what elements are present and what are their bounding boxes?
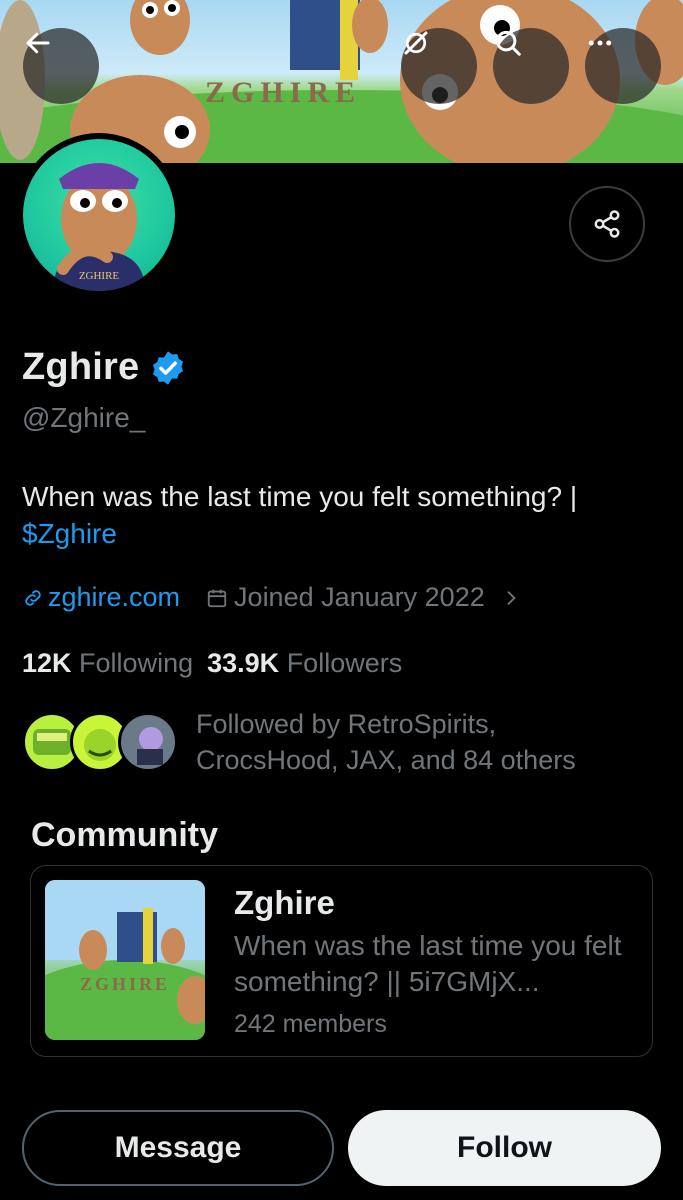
search-button[interactable]	[493, 28, 569, 104]
profile-name-row: Zghire	[22, 346, 187, 389]
share-button[interactable]	[569, 186, 645, 262]
community-name: Zghire	[234, 884, 335, 921]
community-card[interactable]: ZGHIRE Zghire When was the last time you…	[30, 865, 653, 1057]
joined-date[interactable]: Joined January 2022	[206, 582, 485, 613]
community-thumbnail: ZGHIRE	[45, 880, 205, 1040]
grok-button[interactable]	[401, 28, 477, 104]
banner-title: ZGHIRE	[205, 76, 361, 109]
community-section-title: Community	[31, 816, 218, 854]
avatar	[118, 712, 178, 772]
followed-by[interactable]: Followed by RetroSpirits, CrocsHood, JAX…	[22, 706, 636, 778]
share-icon	[594, 210, 620, 238]
followers-stat[interactable]: 33.9K Followers	[207, 648, 402, 679]
avatar-illustration: ZGHIRE	[53, 163, 145, 291]
website-link[interactable]: zghire.com	[22, 582, 180, 613]
calendar-icon	[207, 589, 227, 607]
following-label: Following	[79, 648, 194, 678]
avatar-label: ZGHIRE	[79, 270, 120, 282]
grok-icon	[404, 31, 428, 55]
follow-stats: 12K Following 33.9K Followers	[22, 648, 402, 679]
follow-button[interactable]: Follow	[348, 1110, 661, 1186]
link-icon	[25, 589, 41, 606]
user-handle: @Zghire_	[22, 402, 146, 433]
search-icon	[495, 30, 521, 56]
chevron-right-icon[interactable]	[501, 588, 521, 608]
bio-text: When was the last time you felt somethin…	[22, 481, 578, 512]
verified-badge-icon[interactable]	[149, 349, 187, 387]
profile-bio: When was the last time you felt somethin…	[22, 478, 662, 552]
message-button[interactable]: Message	[22, 1110, 334, 1186]
website-text: zghire.com	[48, 582, 181, 612]
following-stat[interactable]: 12K Following	[22, 648, 193, 679]
display-name: Zghire	[22, 346, 140, 388]
community-thumb-text: ZGHIRE	[80, 974, 170, 994]
back-button[interactable]	[23, 28, 99, 104]
more-horizontal-icon	[588, 40, 612, 46]
followers-label: Followers	[286, 648, 403, 678]
following-count: 12K	[22, 648, 72, 678]
avatar[interactable]: ZGHIRE	[17, 133, 181, 297]
profile-meta: zghire.com Joined January 2022	[22, 582, 521, 613]
community-members: 242 members	[234, 1010, 387, 1038]
arrow-left-icon	[26, 32, 50, 54]
bio-cashtag-link[interactable]: $Zghire	[22, 518, 117, 549]
joined-text: Joined January 2022	[234, 582, 485, 612]
community-description: When was the last time you felt somethin…	[234, 930, 622, 997]
followers-count: 33.9K	[207, 648, 280, 678]
followed-by-text: Followed by RetroSpirits, CrocsHood, JAX…	[196, 709, 576, 775]
more-button[interactable]	[585, 28, 661, 104]
